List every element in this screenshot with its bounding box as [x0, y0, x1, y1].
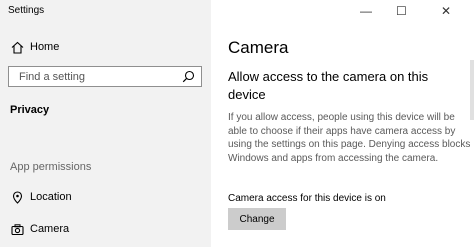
section-title: Allow access to the camera on this devic… [228, 69, 429, 102]
sidebar-item-camera[interactable]: Camera [10, 222, 69, 236]
home-nav[interactable]: Home [10, 40, 59, 54]
minimize-button[interactable]: — [360, 4, 372, 18]
change-button[interactable]: Change [228, 208, 286, 230]
page-title: Camera [228, 38, 289, 57]
main-panel: — ☐ ✕ Camera Allow access to the camera … [211, 0, 474, 247]
home-icon [10, 40, 24, 54]
scrollbar[interactable] [470, 60, 474, 120]
search-icon[interactable] [182, 70, 195, 88]
sidebar: Settings Home Find a setting Privacy App… [0, 0, 211, 247]
camera-icon [10, 222, 24, 236]
search-input[interactable]: Find a setting [8, 66, 202, 87]
close-button[interactable]: ✕ [441, 4, 451, 18]
sidebar-item-label: Camera [30, 223, 70, 235]
sidebar-item-label: Location [30, 191, 72, 203]
privacy-heading: Privacy [10, 104, 50, 116]
status-text: Camera access for this device is on [228, 193, 386, 204]
app-permissions-heading: App permissions [10, 161, 92, 173]
description-text: If you allow access, people using this d… [228, 112, 471, 164]
maximize-button[interactable]: ☐ [396, 4, 407, 18]
home-label: Home [30, 41, 60, 53]
location-icon [10, 190, 24, 204]
app-title: Settings [8, 5, 45, 16]
sidebar-item-location[interactable]: Location [10, 190, 72, 204]
search-placeholder: Find a setting [19, 71, 86, 83]
